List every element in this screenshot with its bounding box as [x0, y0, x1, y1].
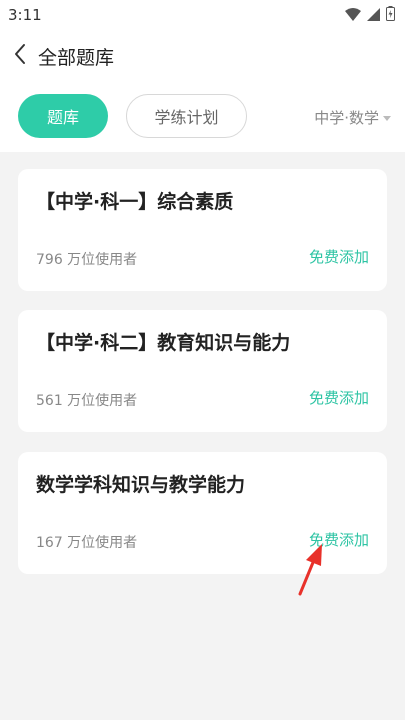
question-bank-card[interactable]: 【中学·科二】教育知识与能力 561 万位使用者 免费添加 — [18, 310, 387, 432]
subject-filter[interactable]: 中学·数学 — [314, 107, 391, 128]
back-button[interactable] — [6, 42, 34, 70]
page-title: 全部题库 — [38, 47, 115, 69]
battery-icon — [386, 5, 395, 25]
question-bank-card[interactable]: 数学学科知识与教学能力 167 万位使用者 免费添加 — [18, 452, 387, 574]
card-user-count: 167 万位使用者 — [36, 535, 138, 551]
free-add-button[interactable]: 免费添加 — [309, 246, 369, 267]
red-arrow-icon — [292, 542, 328, 596]
card-user-count: 796 万位使用者 — [36, 252, 138, 268]
signal-icon — [367, 6, 380, 25]
free-add-button[interactable]: 免费添加 — [309, 387, 369, 408]
tab-question-bank[interactable]: 题库 — [18, 94, 108, 138]
tab-study-plan[interactable]: 学练计划 — [126, 94, 247, 138]
card-title: 【中学·科二】教育知识与能力 — [36, 332, 291, 354]
chevron-left-icon — [13, 43, 27, 69]
status-icons — [345, 5, 395, 25]
wifi-icon — [345, 6, 361, 25]
card-title: 【中学·科一】综合素质 — [36, 191, 234, 213]
card-title: 数学学科知识与教学能力 — [36, 474, 246, 496]
tab-bar: 题库 学练计划 中学·数学 — [0, 82, 405, 152]
status-time: 3:11 — [8, 6, 42, 24]
subject-filter-label: 中学·数学 — [314, 109, 379, 127]
caret-down-icon — [383, 116, 391, 121]
card-user-count: 561 万位使用者 — [36, 393, 138, 409]
question-bank-card[interactable]: 【中学·科一】综合素质 796 万位使用者 免费添加 — [18, 169, 387, 291]
status-bar: 3:11 — [0, 0, 405, 30]
nav-bar: 全部题库 — [0, 30, 405, 82]
